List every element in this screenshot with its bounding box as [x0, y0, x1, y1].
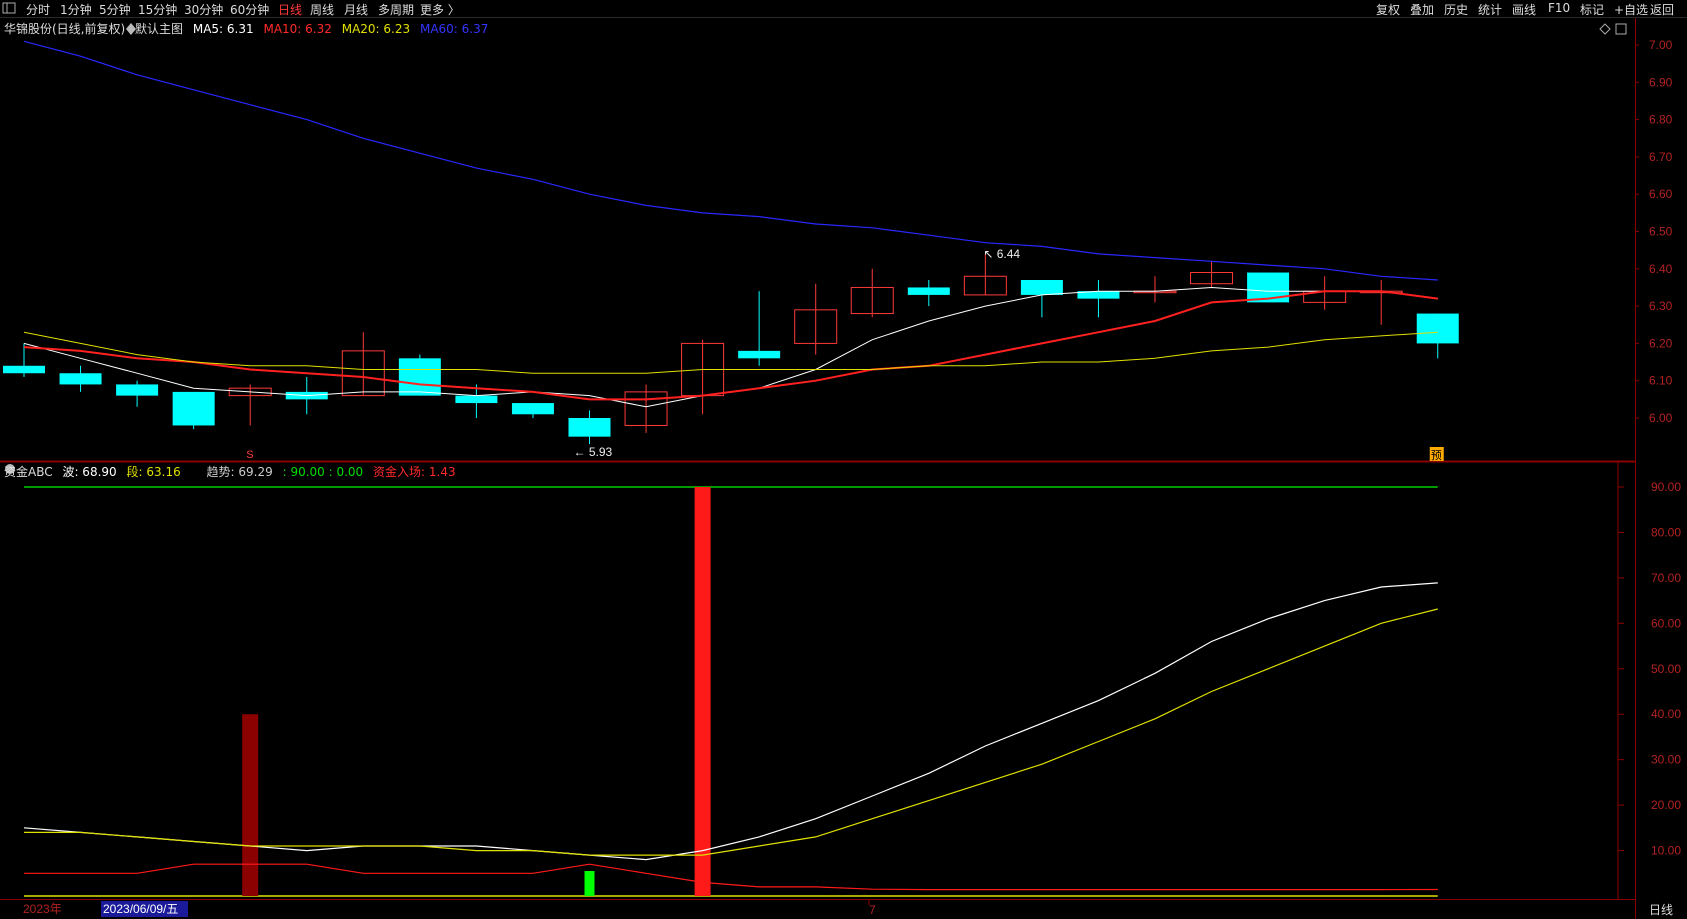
sub-tick-label: 90.00	[1651, 480, 1681, 494]
main-chart-title[interactable]: 华锦股份(日线,前复权)	[4, 22, 125, 36]
line90-value: : 90.00 : 0.00	[282, 465, 364, 479]
candle-body-down	[455, 395, 498, 404]
year-label: 2023年	[23, 902, 62, 916]
price-tick-label: 6.90	[1649, 75, 1673, 89]
signal-bar	[694, 487, 711, 896]
main-legend: 华锦股份(日线,前复权) 默认主图 MA5: 6.31 MA10: 6.32 M…	[4, 20, 494, 37]
sub-tick-label: 40.00	[1651, 707, 1681, 721]
price-tick-label: 6.40	[1649, 262, 1673, 276]
candle-body-down	[3, 365, 45, 374]
sub-tick-label: 50.00	[1651, 662, 1681, 676]
chart-canvas: 7.00 6.90 6.80 6.70 6.60 6.50 6.40 6.30 6.20 6.10…	[0, 18, 1687, 919]
candle-body-down	[738, 350, 781, 359]
duan-value: 段: 63.16	[126, 465, 181, 479]
price-tick-label: 6.10	[1649, 374, 1673, 388]
price-tick-label: 6.00	[1649, 411, 1673, 425]
sub-tick-label: 10.00	[1651, 844, 1681, 858]
price-tick-label: 6.70	[1649, 150, 1673, 164]
high-label: ↖ 6.44	[983, 247, 1020, 261]
candle-body-down	[59, 373, 102, 385]
ma5-value: MA5: 6.31	[192, 22, 254, 36]
month-label: 7	[869, 903, 876, 917]
qushi-value: 趋势: 69.29	[206, 465, 273, 479]
signal-bar	[242, 714, 259, 896]
forecast-badge-label: 预	[1431, 449, 1442, 462]
period-label: 日线	[1649, 903, 1673, 917]
ma60-value: MA60: 6.37	[419, 22, 489, 36]
price-tick-label: 6.20	[1649, 336, 1673, 350]
sub-legend: 资金ABC 波: 68.90 段: 63.16 趋势: 69.29 : 90.0…	[4, 463, 462, 480]
price-tick-label: 6.30	[1649, 299, 1673, 313]
signal-bar	[584, 871, 595, 896]
price-tick-label: 7.00	[1649, 38, 1673, 52]
sub-tick-label: 60.00	[1651, 616, 1681, 630]
candle-body-down	[116, 384, 159, 396]
candle-body-down	[568, 418, 611, 437]
date-label: 2023/06/09/五	[103, 902, 178, 916]
ma10-value: MA10: 6.32	[263, 22, 332, 36]
low-label: ← 5.93	[574, 445, 613, 459]
zijin-value: 资金入场: 1.43	[373, 465, 456, 479]
candle-body-down	[1020, 279, 1063, 295]
template-selector[interactable]: 默认主图	[135, 22, 183, 36]
candle-body-down	[398, 358, 441, 396]
sub-tick-label: 70.00	[1651, 571, 1681, 585]
candle-body-down	[172, 391, 215, 426]
bo-value: 波: 68.90	[62, 465, 117, 479]
signal-marker: S	[246, 449, 253, 461]
sub-tick-label: 80.00	[1651, 525, 1681, 539]
candle-body-down	[907, 287, 950, 295]
indicator-title[interactable]: 资金ABC	[4, 465, 53, 479]
price-tick-label: 6.60	[1649, 187, 1673, 201]
sub-tick-label: 30.00	[1651, 753, 1681, 767]
price-tick-label: 6.80	[1649, 113, 1673, 127]
sub-tick-label: 20.00	[1651, 798, 1681, 812]
price-tick-label: 6.50	[1649, 225, 1673, 239]
candle-body-down	[511, 403, 554, 415]
candle-body-down	[1416, 313, 1459, 344]
ma20-value: MA20: 6.23	[341, 22, 411, 36]
